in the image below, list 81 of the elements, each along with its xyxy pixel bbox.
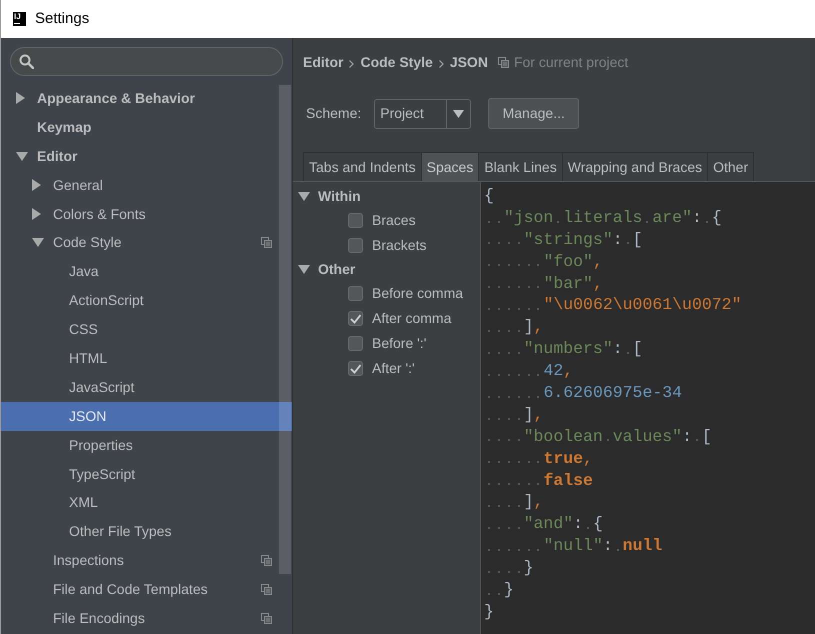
scheme-dropdown[interactable]: Project (374, 98, 472, 128)
caret-down-icon[interactable] (298, 265, 310, 274)
tree-item[interactable]: Other File Types (1, 517, 292, 546)
code-line: } (484, 600, 494, 623)
caret-right-icon[interactable] (16, 92, 25, 104)
scheme-label: Scheme: (306, 104, 362, 123)
breadcrumb-item: Code Style (360, 52, 433, 72)
manage-button[interactable]: Manage... (488, 98, 580, 129)
checkmark-icon (350, 364, 361, 374)
checkbox[interactable] (348, 361, 363, 376)
tree-item[interactable]: CSS (1, 315, 292, 344)
search-icon (19, 54, 34, 69)
tree-item[interactable]: General (1, 170, 292, 200)
caret-down-icon[interactable] (32, 238, 44, 248)
caret-down-icon[interactable] (16, 152, 28, 161)
tree-item[interactable]: Java (1, 257, 292, 286)
chevron-right-icon (349, 60, 354, 68)
code-line: "\u0062\u0061\u0072" (484, 294, 742, 316)
tab[interactable]: Spaces (420, 152, 480, 181)
tree-item[interactable]: File Encodings (1, 604, 292, 633)
window-title: Settings (35, 8, 90, 29)
tree-item[interactable]: Inspections (1, 546, 292, 576)
checkbox-label[interactable]: After ':' (372, 358, 415, 379)
checkbox[interactable] (348, 286, 363, 301)
app-logo: IJ (13, 12, 26, 26)
code-line: "numbers": [ (484, 338, 642, 360)
tree-item[interactable]: XML (1, 488, 292, 518)
tree-item[interactable]: Appearance & Behavior (1, 84, 292, 113)
checkmark-icon (350, 314, 361, 324)
tree-group[interactable]: Other (293, 258, 356, 281)
tree-item[interactable]: Colors & Fonts (1, 200, 292, 228)
breadcrumb-item: JSON (450, 52, 488, 72)
tree-item[interactable]: Code Style (1, 228, 292, 258)
checkbox[interactable] (348, 213, 363, 228)
caret-right-icon[interactable] (32, 208, 41, 220)
stacked-squares-icon (498, 56, 509, 68)
code-line: 42, (484, 360, 574, 382)
checkbox[interactable] (348, 336, 363, 351)
code-line: } (484, 557, 534, 580)
checkbox-label[interactable]: Before comma (372, 283, 464, 304)
scrollbar-thumb[interactable] (279, 85, 291, 574)
code-line: { (484, 185, 494, 207)
code-line: true, (484, 448, 593, 470)
checkbox[interactable] (348, 238, 363, 253)
chevron-right-icon (438, 60, 444, 68)
tree-item[interactable]: JSON (1, 402, 292, 431)
tree-item[interactable]: Editor (1, 142, 292, 171)
tree-item[interactable]: Properties (1, 430, 292, 460)
code-line: } (484, 579, 514, 601)
code-line: "null": null (484, 535, 662, 558)
code-line: "boolean values": [ (484, 426, 712, 448)
caret-right-icon[interactable] (32, 179, 41, 192)
checkbox-label[interactable]: After comma (372, 308, 452, 329)
breadcrumb-item: Editor (303, 52, 344, 72)
tab[interactable]: Other (707, 152, 754, 181)
checkbox[interactable] (348, 311, 363, 326)
tree-item[interactable]: File and Code Templates (1, 575, 292, 604)
code-line: ], (484, 316, 544, 338)
code-line: "bar", (484, 272, 603, 294)
code-line: "strings": [ (484, 228, 642, 251)
code-line: "json literals are": { (484, 206, 722, 229)
tree-item[interactable]: Keymap (1, 112, 292, 142)
code-line: "and": { (484, 513, 603, 536)
code-line: ], (484, 491, 544, 514)
checkbox-label[interactable]: Brackets (372, 235, 426, 256)
scope-label: For current project (514, 52, 628, 72)
code-line: "foo", (484, 250, 603, 273)
search-field[interactable] (10, 47, 283, 76)
tree-item[interactable]: HTML (1, 344, 292, 373)
checkbox-label[interactable]: Braces (372, 210, 416, 231)
tree-item[interactable]: JavaScript (1, 372, 292, 402)
caret-down-icon[interactable] (298, 192, 310, 201)
tree-item[interactable]: ActionScript (1, 286, 292, 316)
code-line: false (484, 470, 593, 492)
tree-group[interactable]: Within (293, 185, 361, 208)
code-line: 6.62606975e-34 (484, 382, 682, 404)
caret-down-icon (453, 110, 464, 118)
code-line: ], (484, 404, 544, 426)
tree-item[interactable]: TypeScript (1, 460, 292, 488)
checkbox-label[interactable]: Before ':' (372, 333, 426, 354)
tab[interactable]: Tabs and Indents (303, 152, 422, 181)
